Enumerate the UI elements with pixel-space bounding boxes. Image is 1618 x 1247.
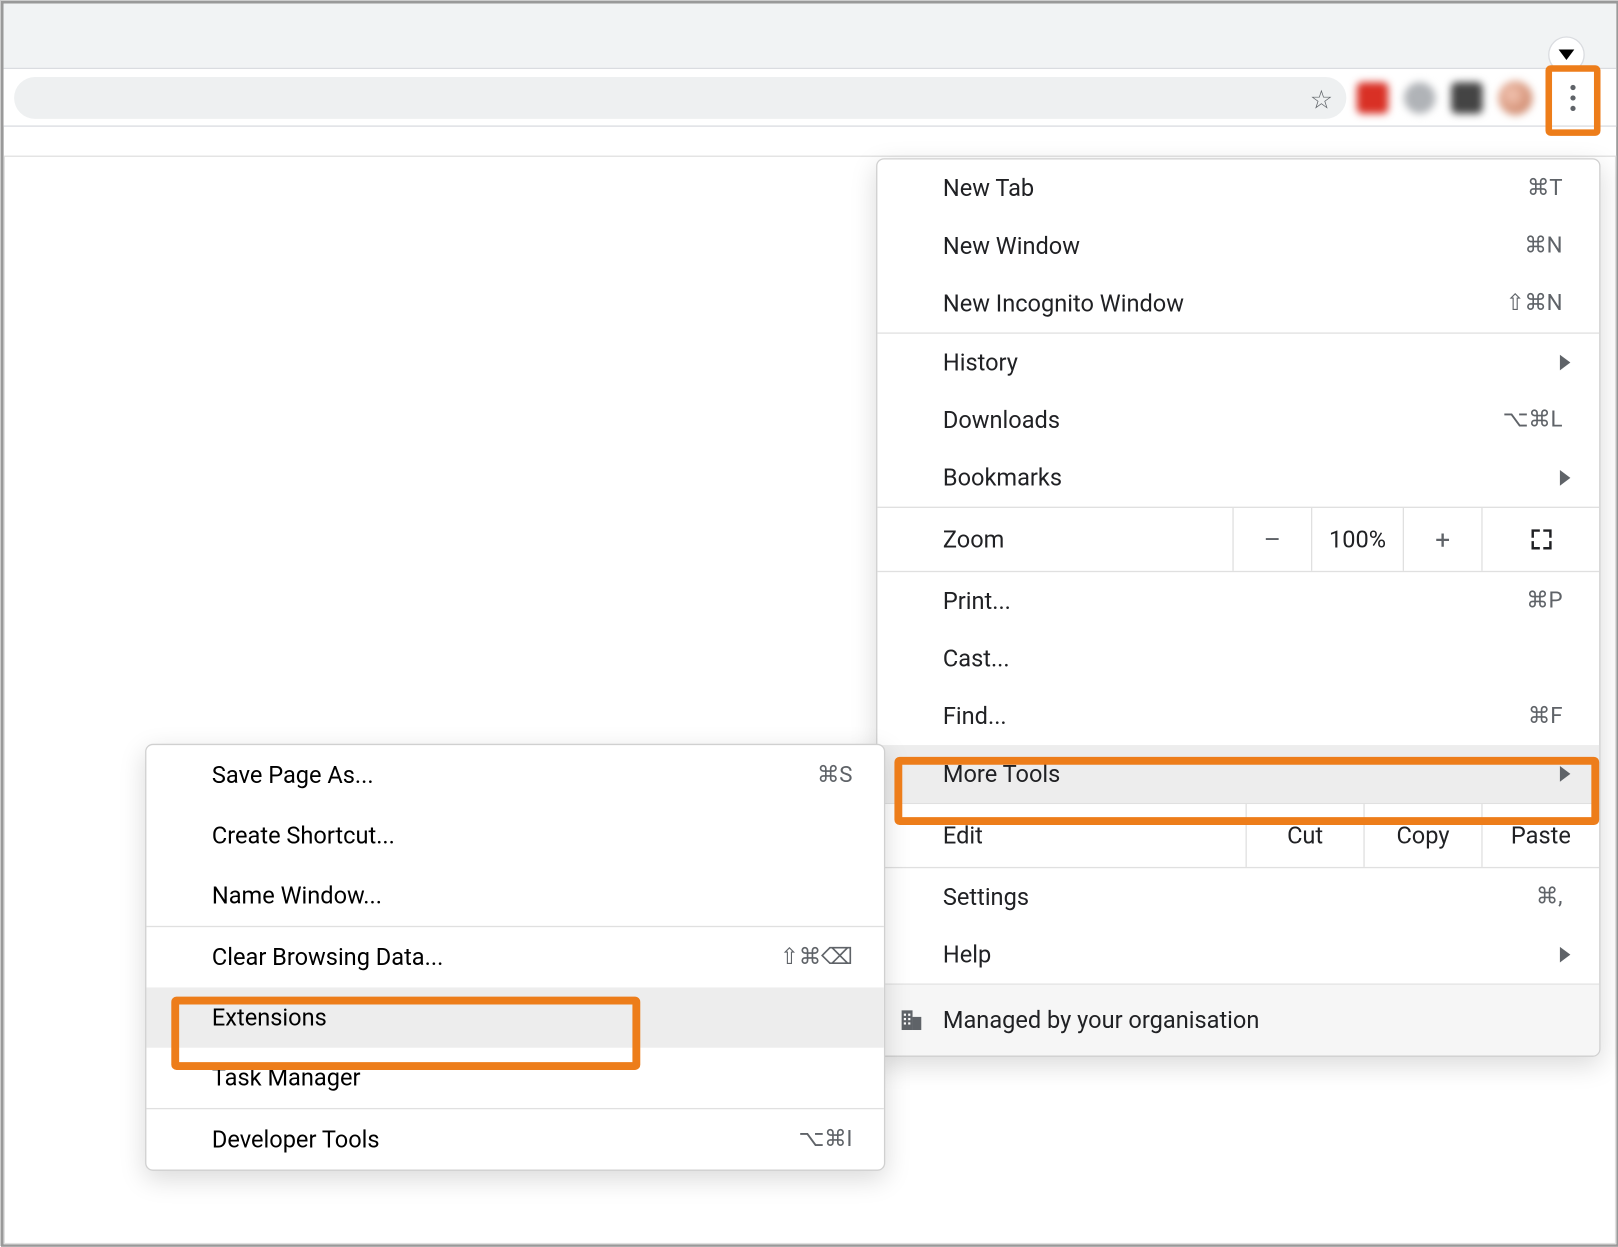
tab-strip — [4, 4, 1617, 69]
chevron-right-icon — [1560, 766, 1570, 782]
menu-print[interactable]: Print... ⌘P — [877, 572, 1599, 630]
dropdown-badge-icon[interactable] — [1548, 36, 1585, 73]
chevron-right-icon — [1560, 947, 1570, 963]
menu-help[interactable]: Help — [877, 926, 1599, 984]
cut-button[interactable]: Cut — [1246, 804, 1364, 867]
menu-downloads[interactable]: Downloads ⌥⌘L — [877, 391, 1599, 449]
zoom-percent: 100% — [1311, 508, 1403, 571]
menu-zoom-row: Zoom – 100% + — [877, 507, 1599, 573]
menu-new-incognito[interactable]: New Incognito Window ⇧⌘N — [877, 275, 1599, 333]
address-bar[interactable]: ☆ — [14, 76, 1346, 118]
managed-by-org[interactable]: Managed by your organisation — [877, 985, 1599, 1056]
submenu-save-page[interactable]: Save Page As... ⌘S — [146, 745, 884, 805]
kebab-menu-button[interactable] — [1548, 72, 1598, 122]
submenu-extensions[interactable]: Extensions — [146, 987, 884, 1047]
menu-new-tab[interactable]: New Tab ⌘T — [877, 160, 1599, 218]
managed-label: Managed by your organisation — [943, 1006, 1260, 1034]
extension-icon[interactable] — [1357, 82, 1388, 113]
extension-icon[interactable] — [1404, 82, 1435, 113]
submenu-create-shortcut[interactable]: Create Shortcut... — [146, 805, 884, 865]
chevron-right-icon — [1560, 355, 1570, 371]
browser-toolbar: ☆ — [4, 69, 1617, 127]
menu-bookmarks[interactable]: Bookmarks — [877, 449, 1599, 507]
building-icon — [898, 1007, 924, 1033]
submenu-dev-tools[interactable]: Developer Tools ⌥⌘I — [146, 1109, 884, 1169]
zoom-in-button[interactable]: + — [1403, 508, 1482, 571]
copy-button[interactable]: Copy — [1363, 804, 1481, 867]
chrome-main-menu: New Tab ⌘T New Window ⌘N New Incognito W… — [876, 158, 1600, 1057]
menu-cast[interactable]: Cast... — [877, 630, 1599, 688]
bookmark-star-icon[interactable]: ☆ — [1310, 83, 1333, 114]
menu-edit-row: Edit Cut Copy Paste — [877, 803, 1599, 869]
submenu-task-manager[interactable]: Task Manager — [146, 1048, 884, 1108]
edit-label: Edit — [943, 822, 983, 850]
fullscreen-icon[interactable] — [1481, 508, 1599, 571]
zoom-label: Zoom — [943, 526, 1004, 554]
menu-settings[interactable]: Settings ⌘, — [877, 868, 1599, 926]
paste-button[interactable]: Paste — [1481, 804, 1599, 867]
profile-avatar-icon[interactable] — [1498, 80, 1532, 114]
menu-new-window[interactable]: New Window ⌘N — [877, 217, 1599, 275]
chevron-right-icon — [1560, 470, 1570, 486]
more-tools-submenu: Save Page As... ⌘S Create Shortcut... Na… — [145, 744, 885, 1171]
extension-icon[interactable] — [1451, 82, 1482, 113]
menu-more-tools[interactable]: More Tools — [877, 745, 1599, 803]
menu-find[interactable]: Find... ⌘F — [877, 687, 1599, 745]
submenu-clear-data[interactable]: Clear Browsing Data... ⇧⌘⌫ — [146, 927, 884, 987]
zoom-out-button[interactable]: – — [1232, 508, 1311, 571]
menu-history[interactable]: History — [877, 334, 1599, 392]
submenu-name-window[interactable]: Name Window... — [146, 866, 884, 926]
